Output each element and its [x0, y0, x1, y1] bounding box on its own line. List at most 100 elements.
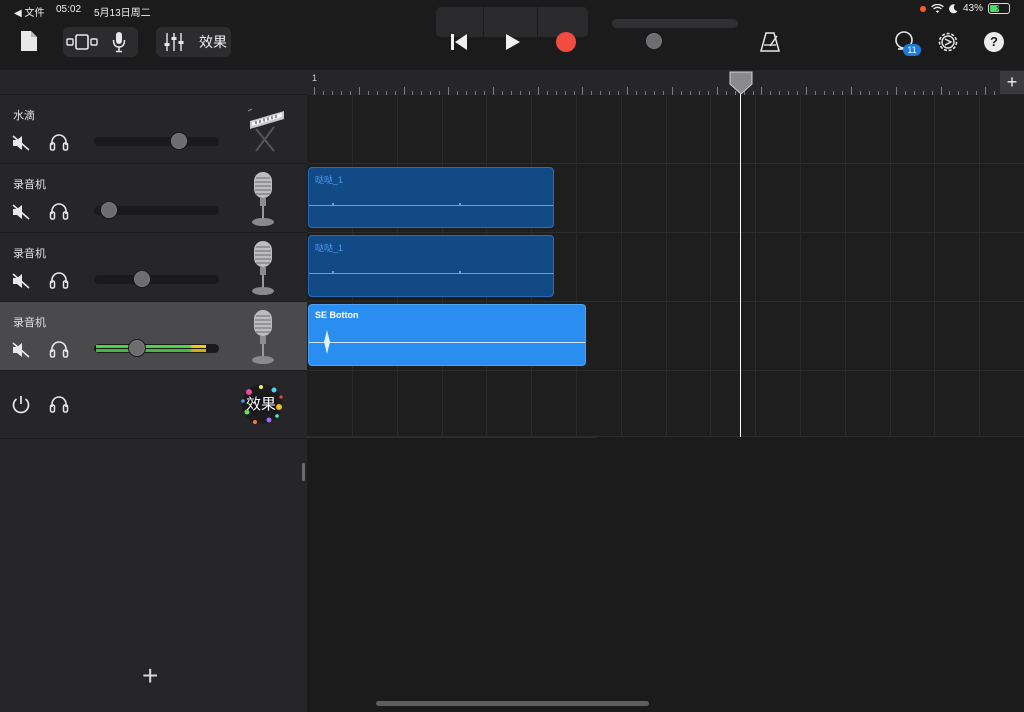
- ruler-tick: [717, 87, 718, 95]
- ruler-tick: [851, 87, 852, 95]
- mute-icon[interactable]: [12, 135, 30, 151]
- ruler-tick: [359, 87, 360, 95]
- status-date: 5月13日周二: [94, 8, 151, 19]
- level-meter: [96, 349, 206, 352]
- track-header[interactable]: 水滴: [0, 95, 307, 164]
- ruler-tick: [806, 87, 807, 95]
- solo-headphones-icon[interactable]: [49, 395, 69, 413]
- microphone-instrument-icon: [252, 310, 274, 364]
- track-volume-slider[interactable]: [94, 275, 219, 284]
- grid-line: [845, 95, 846, 437]
- grid-line: [890, 95, 891, 437]
- solo-headphones-icon[interactable]: [49, 202, 69, 220]
- effects-track-header[interactable]: 效果: [0, 371, 307, 439]
- region-title: 哒哒_1: [315, 243, 344, 253]
- status-right: 43% ⚡: [919, 3, 1010, 14]
- grid-line: [934, 95, 935, 437]
- add-track-button[interactable]: +: [142, 660, 158, 692]
- ruler-tick: [448, 87, 449, 95]
- my-songs-document-icon[interactable]: [20, 30, 38, 52]
- solo-headphones-icon[interactable]: [49, 133, 69, 151]
- solo-headphones-icon[interactable]: [49, 340, 69, 358]
- mute-icon[interactable]: [12, 342, 30, 358]
- settings-gear-icon[interactable]: [937, 31, 959, 53]
- ruler-tick: [538, 87, 539, 95]
- region-waveform: [309, 342, 585, 343]
- battery-icon: ⚡: [988, 3, 1010, 14]
- track-name: 录音机: [13, 317, 46, 329]
- browser-view-icon[interactable]: [66, 33, 98, 51]
- track-name: 水滴: [13, 110, 35, 122]
- waveform-peak: [324, 330, 330, 354]
- help-button[interactable]: ?: [984, 32, 1004, 52]
- ruler-tick: [761, 87, 762, 95]
- playhead-handle[interactable]: [729, 71, 753, 95]
- ruler-tick: [493, 87, 494, 95]
- home-indicator: [376, 701, 649, 706]
- add-section-button[interactable]: +: [1000, 71, 1024, 94]
- microphone-icon[interactable]: [112, 31, 126, 53]
- mute-icon[interactable]: [12, 273, 30, 289]
- moon-icon: [949, 3, 958, 13]
- audio-region-selected[interactable]: SE Botton: [308, 304, 586, 366]
- ruler-tick: [672, 87, 673, 95]
- panel-resize-handle[interactable]: [302, 463, 305, 481]
- timeline-area[interactable]: 1 + 哒哒_1 哒哒_1 SE Botton: [307, 70, 1024, 712]
- region-waveform: [309, 273, 553, 274]
- mute-icon[interactable]: [12, 204, 30, 220]
- track-volume-knob[interactable]: [132, 270, 151, 288]
- grid-line: [710, 95, 711, 437]
- grid-line: [576, 95, 577, 437]
- garageband-app: ◀ 文件 05:02 5月13日周二 43% ⚡ 效果 11 ? 水滴 录音机 …: [0, 0, 1024, 712]
- level-meter: [96, 345, 206, 348]
- loop-count-badge: 11: [903, 44, 921, 56]
- grid-line: [621, 95, 622, 437]
- power-icon[interactable]: [11, 395, 31, 415]
- timeline-ruler[interactable]: 1 +: [307, 70, 1024, 95]
- recording-indicator-icon: [919, 5, 926, 12]
- grid-line: [979, 95, 980, 437]
- solo-headphones-icon[interactable]: [49, 271, 69, 289]
- master-volume-slider[interactable]: [612, 19, 738, 28]
- grid-line: [755, 95, 756, 437]
- region-title: SE Botton: [315, 310, 359, 320]
- keyboard-instrument-icon: [247, 108, 284, 152]
- ruler-tick: [896, 87, 897, 95]
- track-volume-knob[interactable]: [100, 201, 118, 219]
- track-volume-slider[interactable]: [94, 137, 219, 146]
- ruler-tick: [404, 87, 405, 95]
- track-header-selected[interactable]: 录音机: [0, 302, 307, 371]
- effects-button[interactable]: 效果: [199, 32, 227, 52]
- audio-region[interactable]: 哒哒_1: [308, 235, 554, 297]
- status-time: 05:02: [56, 4, 82, 15]
- metronome-icon[interactable]: [759, 31, 781, 53]
- ruler-tick: [627, 87, 628, 95]
- effects-track-label: 效果: [246, 396, 277, 413]
- battery-percent: 43%: [962, 3, 983, 14]
- track-name: 录音机: [13, 179, 46, 191]
- play-icon[interactable]: [505, 33, 521, 51]
- ruler-tick: [985, 87, 986, 95]
- master-volume-knob[interactable]: [644, 32, 663, 50]
- track-headers-panel: 水滴 录音机 录音机 录音机 效果 +: [0, 70, 307, 712]
- back-to-files-link[interactable]: ◀ 文件: [14, 4, 44, 19]
- playhead-line: [740, 80, 741, 437]
- audio-region[interactable]: 哒哒_1: [308, 167, 554, 228]
- track-header[interactable]: 录音机: [0, 233, 307, 302]
- rewind-to-start-icon[interactable]: [449, 33, 469, 51]
- ruler-tick: [941, 87, 942, 95]
- grid-line: [666, 95, 667, 437]
- track-volume-knob[interactable]: [170, 132, 188, 150]
- microphone-instrument-icon: [252, 172, 274, 226]
- track-header[interactable]: 录音机: [0, 164, 307, 233]
- ruler-tick: [582, 87, 583, 95]
- mixer-sliders-icon[interactable]: [163, 31, 185, 53]
- record-button[interactable]: [556, 32, 576, 52]
- track-name: 录音机: [13, 248, 46, 260]
- region-title: 哒哒_1: [315, 175, 344, 185]
- grid-line: [800, 95, 801, 437]
- track-volume-knob[interactable]: [127, 339, 146, 357]
- ruler-bar-number: 1: [312, 73, 318, 83]
- wifi-icon: [931, 3, 944, 13]
- region-waveform: [309, 205, 553, 206]
